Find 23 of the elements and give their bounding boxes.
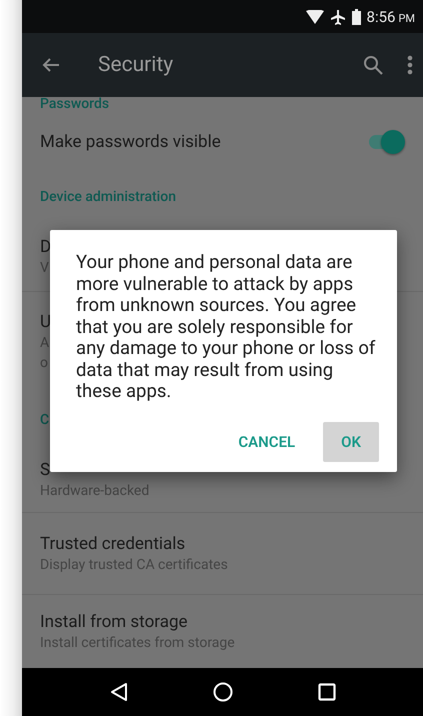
battery-icon [352, 8, 361, 24]
setting-title: Install from storage [40, 610, 188, 632]
back-arrow-icon[interactable] [42, 57, 60, 73]
status-time: 8:56 PM [366, 8, 415, 26]
dialog-button[interactable]: OK [323, 422, 379, 462]
section-header: C [40, 412, 50, 428]
recents-square-icon[interactable] [318, 683, 336, 701]
airplane-icon [330, 8, 346, 24]
overflow-menu-icon[interactable] [407, 55, 413, 75]
section-header: Device administration [40, 189, 176, 205]
back-triangle-icon[interactable] [110, 682, 128, 702]
setting-title: D [40, 236, 52, 258]
setting-title: Trusted credentials [40, 532, 186, 554]
wifi-icon [306, 10, 324, 24]
dialog-message: Your phone and personal data are more vulnerable to attack by apps from unknown sources. You agree that you are solely responsible for any damage to your phone or loss of data that may result from using these apps. [76, 252, 376, 404]
search-icon[interactable] [363, 55, 383, 75]
toolbar-title: Security [98, 53, 174, 77]
toggle-switch[interactable] [367, 130, 405, 154]
setting-title: S [40, 459, 50, 481]
setting-title: Make passwords visible [40, 130, 221, 152]
section-header: Passwords [40, 97, 110, 111]
home-circle-icon[interactable] [212, 682, 232, 702]
setting-title: U [40, 311, 52, 333]
